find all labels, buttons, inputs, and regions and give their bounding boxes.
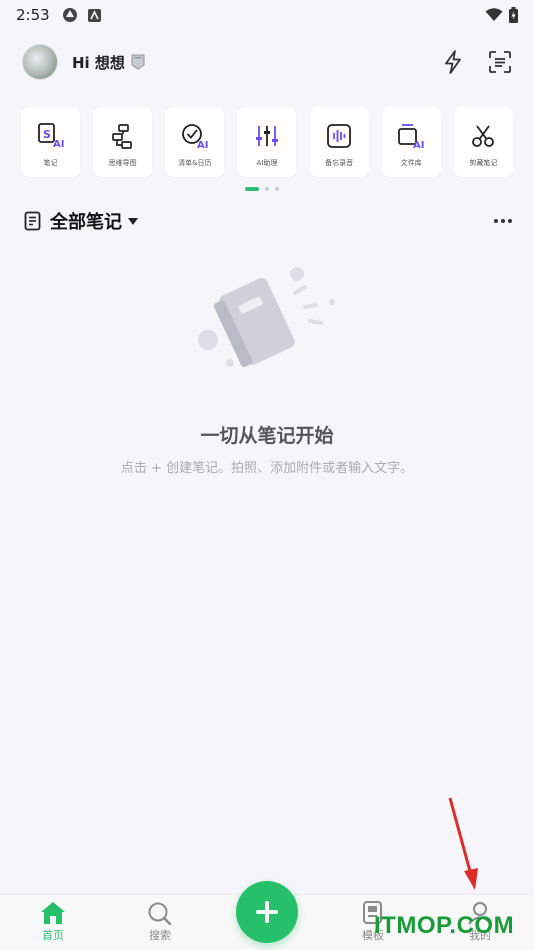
plus-icon bbox=[256, 901, 278, 923]
note-ai-icon: S AI bbox=[36, 121, 66, 151]
svg-text:S: S bbox=[43, 128, 51, 141]
pager-dot bbox=[275, 187, 279, 191]
tool-checklist-calendar[interactable]: AI 清单&日历 bbox=[165, 107, 225, 177]
checklist-ai-icon: AI bbox=[180, 121, 210, 151]
more-dot bbox=[508, 219, 512, 223]
pager-dot-active bbox=[245, 187, 259, 191]
scan-icon[interactable] bbox=[488, 50, 512, 74]
svg-text:AI: AI bbox=[53, 139, 64, 150]
file-library-ai-icon: AI bbox=[396, 121, 426, 151]
status-icons-left bbox=[62, 7, 101, 23]
section-header: 全部笔记 bbox=[24, 207, 514, 235]
nav-home-label: 首页 bbox=[42, 929, 64, 942]
header-actions bbox=[442, 50, 512, 74]
tool-label: 备忘录音 bbox=[325, 159, 354, 167]
greeting-text: Hi 想想 bbox=[72, 53, 125, 72]
tool-label: 文件库 bbox=[400, 159, 422, 167]
caret-down-icon[interactable] bbox=[128, 217, 138, 225]
status-bar: 2:53 bbox=[0, 0, 534, 30]
quick-tools-row: S AI 笔记 思维导图 AI 清单&日历 AI助理 备忘录音 AI 文件库 剪… bbox=[21, 107, 513, 177]
membership-badge-icon[interactable] bbox=[131, 54, 145, 70]
nav-search[interactable]: 搜索 bbox=[130, 901, 190, 943]
empty-notebook-illustration bbox=[190, 265, 340, 385]
add-note-button[interactable] bbox=[236, 881, 298, 943]
home-icon bbox=[41, 902, 65, 924]
tool-clip-note[interactable]: 剪藏笔记 bbox=[453, 107, 513, 177]
header: Hi 想想 bbox=[22, 42, 512, 82]
more-dot bbox=[501, 219, 505, 223]
nav-home[interactable]: 首页 bbox=[23, 901, 83, 943]
svg-text:AI: AI bbox=[413, 140, 424, 150]
status-icons-right bbox=[485, 7, 518, 23]
mindmap-icon bbox=[108, 121, 138, 151]
vpn-icon bbox=[62, 8, 77, 22]
tool-file-library[interactable]: AI 文件库 bbox=[381, 107, 441, 177]
watermark: ITMOP.COM bbox=[374, 912, 515, 939]
tool-label: 笔记 bbox=[43, 159, 58, 167]
battery-icon bbox=[509, 7, 518, 23]
tool-label: 剪藏笔记 bbox=[469, 159, 498, 167]
wifi-icon bbox=[485, 8, 503, 21]
lightning-icon[interactable] bbox=[442, 50, 464, 74]
empty-state-subtitle: 点击 + 创建笔记。拍照、添加附件或者输入文字。 bbox=[120, 461, 414, 476]
app-notification-icon bbox=[87, 8, 101, 22]
notebook-icon bbox=[24, 211, 41, 231]
clip-note-icon bbox=[468, 121, 498, 151]
section-title[interactable]: 全部笔记 bbox=[50, 208, 122, 234]
more-options-button[interactable] bbox=[494, 219, 512, 223]
voice-memo-icon bbox=[324, 121, 354, 151]
ai-assistant-icon bbox=[252, 121, 282, 151]
tool-note-ai[interactable]: S AI 笔记 bbox=[21, 107, 80, 177]
more-dot bbox=[494, 219, 498, 223]
pager-dot bbox=[265, 187, 269, 191]
svg-text:AI: AI bbox=[197, 140, 208, 150]
nav-search-label: 搜索 bbox=[149, 929, 171, 942]
tool-label: AI助理 bbox=[256, 159, 278, 167]
carousel-pager bbox=[245, 187, 279, 191]
tool-mindmap[interactable]: 思维导图 bbox=[93, 107, 153, 177]
empty-state-title: 一切从笔记开始 bbox=[200, 425, 334, 447]
annotation-arrow bbox=[448, 797, 478, 890]
tool-label: 思维导图 bbox=[108, 159, 137, 167]
status-time: 2:53 bbox=[16, 6, 50, 24]
search-icon bbox=[148, 902, 172, 925]
tool-voice-memo[interactable]: 备忘录音 bbox=[309, 107, 369, 177]
avatar[interactable] bbox=[22, 44, 58, 80]
tool-label: 清单&日历 bbox=[178, 159, 212, 167]
tool-ai-assistant[interactable]: AI助理 bbox=[237, 107, 297, 177]
